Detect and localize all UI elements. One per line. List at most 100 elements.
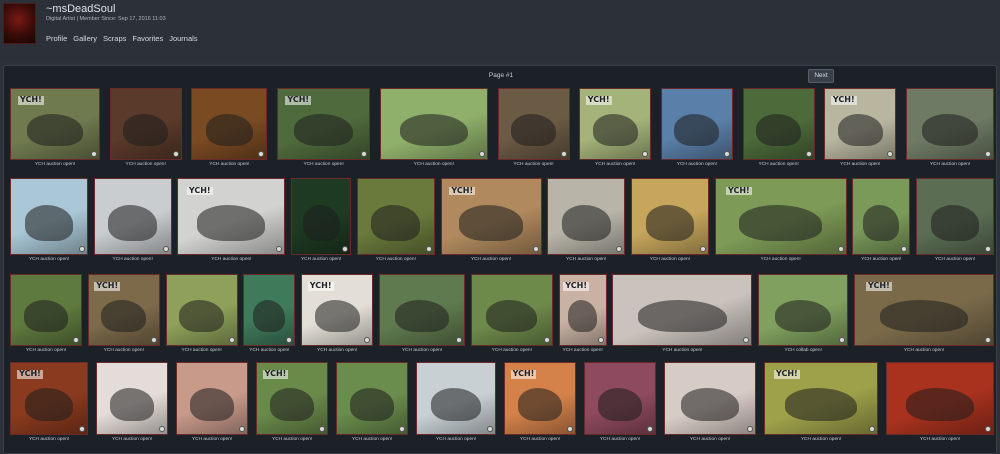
thumbnail-caption[interactable]: YCH auction open! [886, 437, 994, 442]
avatar[interactable] [3, 3, 36, 44]
thumbnail-caption[interactable]: YCH auction open! [824, 162, 896, 167]
thumbnail-caption[interactable]: YCH auction open! [852, 257, 910, 262]
gallery-thumbnail[interactable]: YCH! [824, 88, 897, 160]
thumbnail-caption[interactable]: YCH auction open! [336, 437, 408, 442]
thumbnail-caption[interactable]: YCH auction open! [10, 162, 100, 167]
thumbnail-caption[interactable]: YCH auction open! [243, 348, 295, 353]
thumbnail-caption[interactable]: YCH auction open! [191, 162, 267, 167]
nav-scraps[interactable]: Scraps [103, 34, 126, 43]
gallery-thumbnail[interactable]: YCH! [87, 274, 160, 346]
gallery-thumbnail[interactable] [906, 88, 994, 160]
gallery-thumbnail[interactable] [886, 362, 994, 435]
gallery-panel: Page #1 Next YCH! YCH auction open! YCH au… [3, 65, 997, 454]
thumbnail-caption[interactable]: YCH auction open! [416, 437, 496, 442]
gallery-thumbnail[interactable] [165, 274, 238, 346]
gallery-thumbnail[interactable] [612, 274, 753, 346]
gallery-thumbnail[interactable] [630, 178, 709, 255]
thumbnail-caption[interactable]: YCH auction open! [96, 437, 168, 442]
thumbnail-caption[interactable]: YCH auction open! [94, 257, 172, 262]
gallery-thumbnail[interactable]: YCH! [579, 88, 652, 160]
thumbnail-caption[interactable]: YCH auction open! [504, 437, 576, 442]
gallery-thumbnail[interactable] [547, 178, 626, 255]
thumbnail-caption[interactable]: YCH auction open! [10, 437, 88, 442]
gallery-thumbnail[interactable] [93, 178, 172, 255]
thumbnail-caption[interactable]: YCH auction open! [854, 348, 994, 353]
thumbnail-caption[interactable]: YCH auction open! [906, 162, 994, 167]
gallery-thumbnail[interactable] [243, 274, 296, 346]
thumbnail-caption[interactable]: YCH auction open! [498, 162, 570, 167]
thumbnail-caption[interactable]: YCH auction open! [916, 257, 994, 262]
thumbnail-caption[interactable]: YCH auction open! [471, 348, 553, 353]
gallery-thumbnail[interactable] [10, 274, 82, 346]
gallery-thumbnail[interactable] [916, 178, 994, 255]
gallery-thumbnail[interactable]: YCH! [10, 362, 88, 435]
gallery-thumbnail[interactable]: YCH! [854, 274, 994, 346]
next-page-button[interactable]: Next [808, 69, 834, 83]
thumbnail-caption[interactable]: YCH auction open! [743, 162, 815, 167]
gallery-thumbnail[interactable] [758, 274, 849, 346]
thumbnail-caption[interactable]: YCH auction open! [579, 162, 651, 167]
nav-favorites[interactable]: Favorites [132, 34, 163, 43]
thumbnail-caption[interactable]: YCH collab open! [758, 348, 848, 353]
thumbnail-caption[interactable]: YCH auction open! [631, 257, 709, 262]
username[interactable]: ~msDeadSoul [46, 3, 115, 15]
thumbnail-caption[interactable]: YCH auction open! [256, 437, 328, 442]
thumbnail-caption[interactable]: YCH auction open! [584, 437, 656, 442]
thumbnail-caption[interactable]: YCH auction open! [357, 257, 435, 262]
thumbnail-caption[interactable]: YCH auction open! [176, 437, 248, 442]
thumbnail-caption[interactable]: YCH auction open! [559, 348, 607, 353]
gallery-thumbnail[interactable] [852, 178, 911, 255]
gallery-thumbnail[interactable] [176, 362, 248, 435]
gallery-thumbnail[interactable] [109, 88, 182, 160]
thumbnail-caption[interactable]: YCH auction open! [380, 162, 488, 167]
gallery-thumbnail[interactable] [96, 362, 168, 435]
thumbnail-caption[interactable]: YCH auction open! [277, 162, 370, 167]
gallery-thumbnail[interactable]: YCH! [440, 178, 542, 255]
gallery-thumbnail[interactable] [660, 88, 733, 160]
ych-overlay-text: YCH! [186, 185, 213, 196]
gallery-thumbnail[interactable]: YCH! [177, 178, 286, 255]
artwork-figure [906, 387, 974, 422]
gallery-thumbnail[interactable] [191, 88, 268, 160]
gallery-thumbnail[interactable] [584, 362, 656, 435]
thumbnail-caption[interactable]: YCH auction open! [88, 348, 160, 353]
gallery-thumbnail[interactable]: YCH! [10, 88, 100, 160]
thumbnail-caption[interactable]: YCH auction open! [10, 257, 88, 262]
thumbnail-caption[interactable]: YCH auction open! [661, 162, 733, 167]
gallery-thumbnail[interactable] [416, 362, 496, 435]
gallery-thumbnail[interactable] [379, 274, 465, 346]
gallery-thumbnail[interactable]: YCH! [256, 362, 328, 435]
nav-journals[interactable]: Journals [169, 34, 197, 43]
thumbnail-caption[interactable]: YCH auction open! [664, 437, 756, 442]
thumbnail-caption[interactable]: YCH auction open! [291, 257, 351, 262]
gallery-thumbnail[interactable] [664, 362, 756, 435]
gallery-thumbnail[interactable] [379, 88, 488, 160]
gallery-thumbnail[interactable]: YCH! [277, 88, 371, 160]
thumbnail-caption[interactable]: YCH auction open! [764, 437, 878, 442]
thumbnail-caption[interactable]: YCH auction open! [715, 257, 847, 262]
gallery-thumbnail[interactable] [336, 362, 408, 435]
thumbnail-caption[interactable]: YCH auction open! [110, 162, 182, 167]
thumbnail-caption[interactable]: YCH auction open! [10, 348, 82, 353]
thumbnail-caption[interactable]: YCH auction open! [547, 257, 625, 262]
gallery-thumbnail[interactable] [356, 178, 435, 255]
gallery-thumbnail[interactable]: YCH! [301, 274, 374, 346]
gallery-thumbnail[interactable] [497, 88, 570, 160]
nav-profile[interactable]: Profile [46, 34, 67, 43]
gallery-thumbnail[interactable] [742, 88, 815, 160]
thumbnail-caption[interactable]: YCH auction open! [612, 348, 752, 353]
watermark-icon [747, 426, 753, 432]
gallery-thumbnail[interactable]: YCH! [504, 362, 576, 435]
gallery-thumbnail[interactable] [291, 178, 352, 255]
gallery-thumbnail[interactable]: YCH! [714, 178, 847, 255]
gallery-thumbnail[interactable]: YCH! [558, 274, 607, 346]
thumbnail-caption[interactable]: YCH auction open! [379, 348, 465, 353]
nav-gallery[interactable]: Gallery [73, 34, 97, 43]
thumbnail-caption[interactable]: YCH auction open! [301, 348, 373, 353]
thumbnail-caption[interactable]: YCH auction open! [441, 257, 542, 262]
gallery-thumbnail[interactable]: YCH! [764, 362, 878, 435]
thumbnail-caption[interactable]: YCH auction open! [166, 348, 238, 353]
thumbnail-caption[interactable]: YCH auction open! [177, 257, 285, 262]
gallery-thumbnail[interactable] [470, 274, 553, 346]
gallery-thumbnail[interactable] [10, 178, 88, 255]
